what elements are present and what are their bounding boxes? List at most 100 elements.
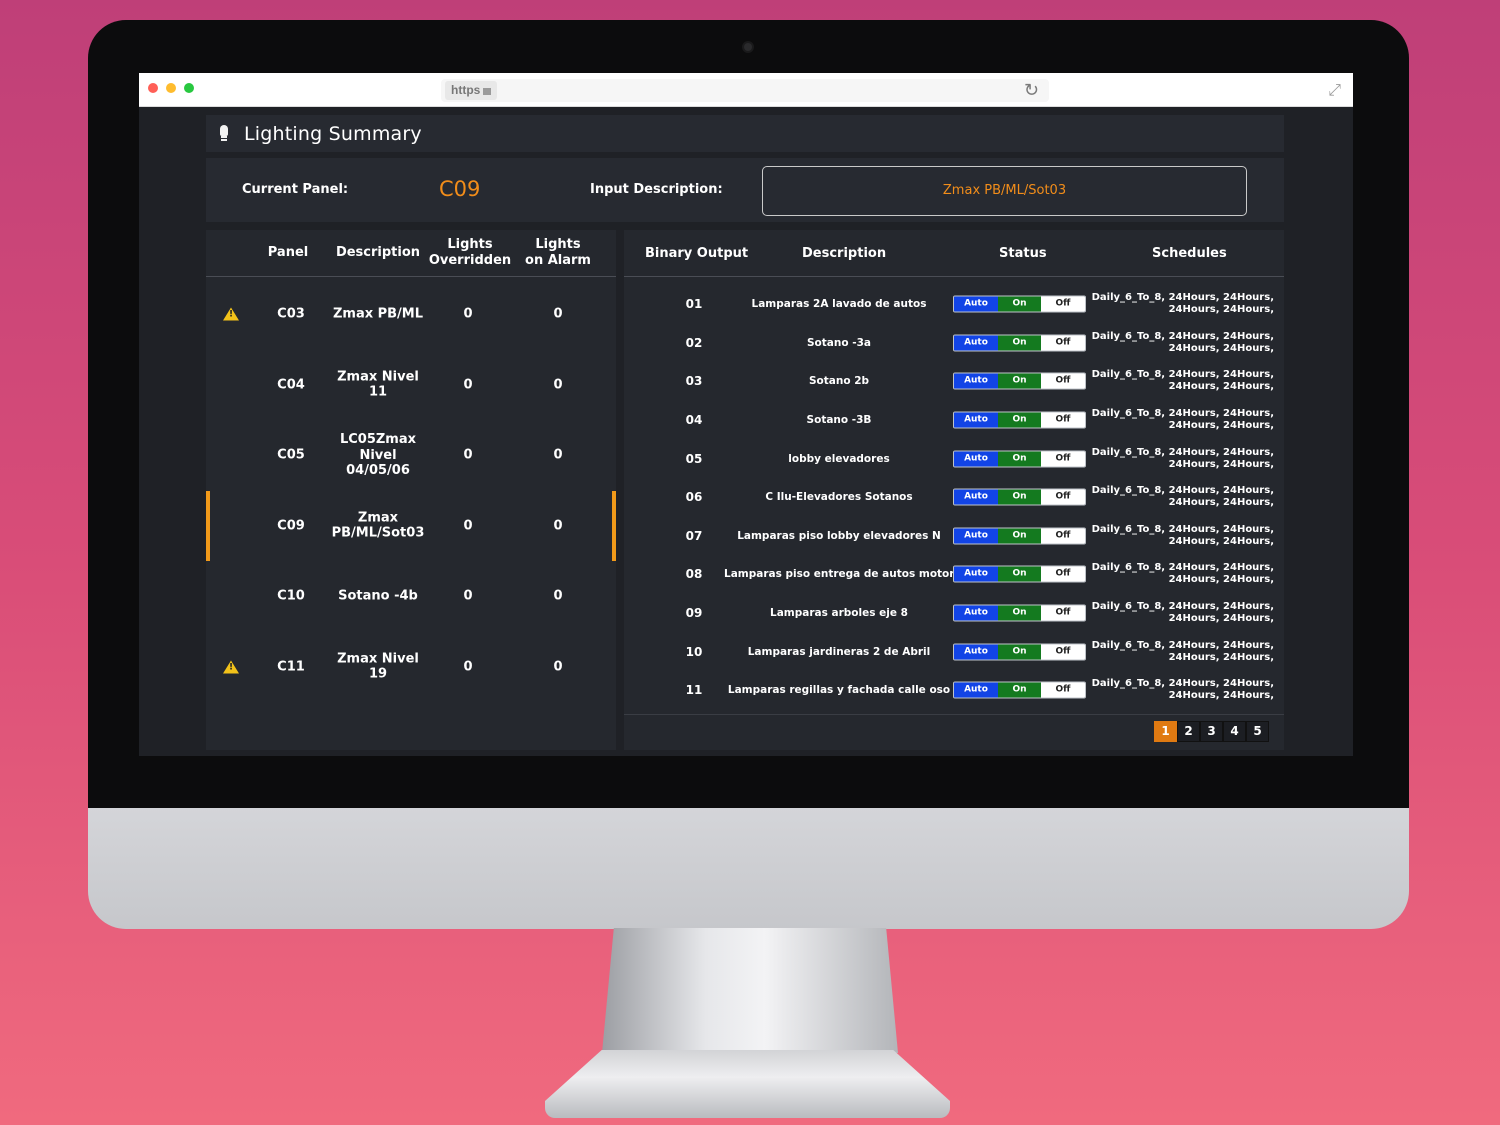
output-number: 10 — [685, 644, 703, 659]
schedule-line1: Daily_6_To_8, 24Hours, 24Hours, — [1091, 523, 1274, 535]
off-button[interactable]: Off — [1041, 451, 1085, 467]
schedule-line2: 24Hours, 24Hours, — [1168, 381, 1274, 393]
output-schedules: Daily_6_To_8, 24Hours, 24Hours, 24Hours, … — [1090, 562, 1274, 586]
output-description: Sotano 2b — [808, 375, 870, 388]
off-button[interactable]: Off — [1041, 489, 1085, 505]
on-button[interactable]: On — [998, 296, 1041, 312]
on-button[interactable]: On — [998, 335, 1041, 351]
status-toggle: Auto On Off — [953, 488, 1086, 506]
minimize-window-button[interactable] — [166, 83, 176, 93]
auto-button[interactable]: Auto — [954, 412, 998, 428]
panel-description-line2: Nivel — [359, 447, 397, 463]
panel-description: Sotano -4b — [326, 588, 430, 604]
output-schedules: Daily_6_To_8, 24Hours, 24Hours, 24Hours, … — [1090, 292, 1274, 316]
schedule-line2: 24Hours, 24Hours, — [1168, 342, 1274, 354]
monitor-stand-base — [545, 1050, 950, 1118]
monitor-stand — [602, 928, 898, 1053]
off-button[interactable]: Off — [1041, 412, 1085, 428]
output-number: 07 — [685, 528, 703, 543]
output-number: 01 — [685, 297, 703, 312]
auto-button[interactable]: Auto — [954, 682, 998, 698]
panel-row[interactable]: C10 Sotano -4b 0 0 — [206, 561, 616, 631]
auto-button[interactable]: Auto — [954, 335, 998, 351]
auto-button[interactable]: Auto — [954, 373, 998, 389]
maximize-window-button[interactable] — [184, 83, 194, 93]
on-button[interactable]: On — [998, 566, 1041, 582]
schedule-line2: 24Hours, 24Hours, — [1168, 458, 1274, 470]
title-bar: Lighting Summary — [206, 115, 1284, 152]
address-bar[interactable]: https ↻ — [441, 79, 1049, 102]
on-button[interactable]: On — [998, 682, 1041, 698]
status-toggle: Auto On Off — [953, 643, 1086, 661]
pagination: 12345 — [1154, 721, 1269, 742]
panel-description-line1: Zmax PB/ML — [332, 306, 424, 322]
off-button[interactable]: Off — [1041, 528, 1085, 544]
fullscreen-icon[interactable]: ⤢ — [1328, 81, 1341, 99]
col-lights-overridden-line2: Overridden — [428, 253, 512, 268]
schedule-line2: 24Hours, 24Hours, — [1168, 574, 1274, 586]
off-button[interactable]: Off — [1041, 566, 1085, 582]
on-button[interactable]: On — [998, 528, 1041, 544]
off-button[interactable]: Off — [1041, 682, 1085, 698]
auto-button[interactable]: Auto — [954, 605, 998, 621]
auto-button[interactable]: Auto — [954, 489, 998, 505]
col-lights-on-alarm: Lights on Alarm — [518, 237, 598, 269]
panel-row[interactable]: C05 LC05Zmax Nivel 04/05/06 0 0 — [206, 420, 616, 490]
page-button-1[interactable]: 1 — [1154, 721, 1177, 742]
output-schedules: Daily_6_To_8, 24Hours, 24Hours, 24Hours, … — [1090, 447, 1274, 471]
auto-button[interactable]: Auto — [954, 644, 998, 660]
status-toggle: Auto On Off — [953, 334, 1086, 352]
off-button[interactable]: Off — [1041, 605, 1085, 621]
off-button[interactable]: Off — [1041, 373, 1085, 389]
panel-row[interactable]: C11 Zmax Nivel 19 0 0 — [206, 632, 616, 702]
panel-row[interactable]: C04 Zmax Nivel 11 0 0 — [206, 350, 616, 420]
page-button-5[interactable]: 5 — [1246, 721, 1269, 742]
panel-description-line1: Zmax Nivel 19 — [337, 651, 419, 682]
col-schedules: Schedules — [1152, 246, 1227, 261]
panel-description-line3: 04/05/06 — [346, 462, 410, 478]
on-button[interactable]: On — [998, 644, 1041, 660]
schedule-line1: Daily_6_To_8, 24Hours, 24Hours, — [1091, 601, 1274, 613]
output-number: 11 — [685, 683, 703, 698]
lights-overridden-count: 0 — [463, 447, 473, 463]
schedule-line1: Daily_6_To_8, 24Hours, 24Hours, — [1091, 639, 1274, 651]
lights-overridden-count: 0 — [463, 306, 473, 322]
page-button-2[interactable]: 2 — [1177, 721, 1200, 742]
output-description: Sotano -3B — [806, 414, 872, 427]
output-schedules: Daily_6_To_8, 24Hours, 24Hours, 24Hours, … — [1090, 678, 1274, 702]
lights-overridden-count: 0 — [463, 517, 473, 533]
panel-id: C09 — [277, 517, 305, 533]
auto-button[interactable]: Auto — [954, 528, 998, 544]
page-button-3[interactable]: 3 — [1200, 721, 1223, 742]
schedule-line1: Daily_6_To_8, 24Hours, 24Hours, — [1091, 330, 1274, 342]
auto-button[interactable]: Auto — [954, 451, 998, 467]
panel-row[interactable]: C09 Zmax PB/ML/Sot03 0 0 — [206, 490, 616, 561]
reload-icon[interactable]: ↻ — [1024, 80, 1039, 101]
panel-id: C10 — [277, 588, 305, 604]
on-button[interactable]: On — [998, 412, 1041, 428]
off-button[interactable]: Off — [1041, 335, 1085, 351]
status-toggle: Auto On Off — [953, 372, 1086, 390]
off-button[interactable]: Off — [1041, 644, 1085, 660]
input-description-field[interactable]: Zmax PB/ML/Sot03 — [762, 166, 1247, 216]
on-button[interactable]: On — [998, 605, 1041, 621]
page-button-4[interactable]: 4 — [1223, 721, 1246, 742]
on-button[interactable]: On — [998, 489, 1041, 505]
on-button[interactable]: On — [998, 373, 1041, 389]
schedule-line2: 24Hours, 24Hours, — [1168, 497, 1274, 509]
output-description: lobby elevadores — [788, 452, 890, 465]
auto-button[interactable]: Auto — [954, 566, 998, 582]
panel-row[interactable]: C03 Zmax PB/ML 0 0 — [206, 279, 616, 349]
col-output-description: Description — [802, 246, 887, 261]
output-row: 09 Lamparas arboles eje 8 Auto On Off Daily_6… — [624, 594, 1284, 633]
output-schedules: Daily_6_To_8, 24Hours, 24Hours, 24Hours, … — [1090, 408, 1274, 432]
on-button[interactable]: On — [998, 451, 1041, 467]
col-description: Description — [335, 245, 421, 260]
auto-button[interactable]: Auto — [954, 296, 998, 312]
schedule-line2: 24Hours, 24Hours, — [1168, 690, 1274, 702]
output-row: 05 lobby elevadores Auto On Off Daily_6_To_8,… — [624, 439, 1284, 478]
close-window-button[interactable] — [148, 83, 158, 93]
off-button[interactable]: Off — [1041, 296, 1085, 312]
monitor-chin — [88, 808, 1409, 929]
output-schedules: Daily_6_To_8, 24Hours, 24Hours, 24Hours, … — [1090, 331, 1274, 355]
